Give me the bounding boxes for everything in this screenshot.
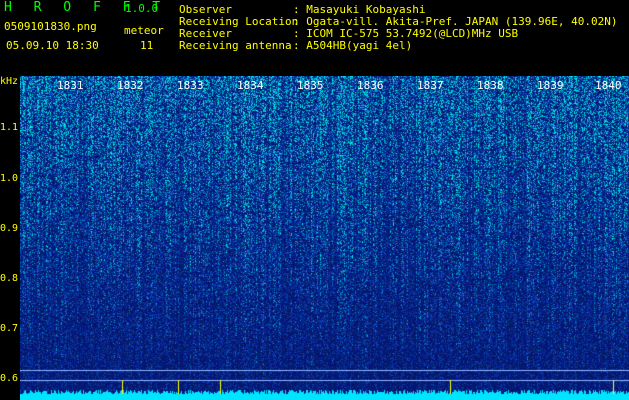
meteor-label: meteor — [124, 24, 164, 37]
file-name: 0509101830.png — [4, 20, 97, 33]
frequency-axis: kHz 1.1 1.0 0.9 0.8 0.7 0.6 — [0, 76, 20, 400]
header-panel: H R O F F T 1.0.0 0509101830.png meteor … — [0, 0, 629, 76]
time-label: 1839 — [537, 79, 564, 92]
axis-tick-label: 1.0 — [0, 173, 19, 184]
meteor-count: 11 — [140, 39, 154, 52]
time-label: 1836 — [357, 79, 384, 92]
time-label: 1837 — [417, 79, 444, 92]
axis-tick-label: 0.9 — [0, 223, 19, 234]
spectrogram-canvas[interactable] — [20, 76, 629, 400]
time-label: 1831 — [57, 79, 84, 92]
time-label: 1840 — [595, 79, 622, 92]
time-label: 1838 — [477, 79, 504, 92]
time-label: 1834 — [237, 79, 264, 92]
axis-tick-label: 0.8 — [0, 273, 19, 284]
antenna-value: : A504HB(yagi 4el) — [293, 39, 413, 52]
time-label: 1832 — [117, 79, 144, 92]
axis-unit-label: kHz — [0, 76, 19, 87]
app-version: 1.0.0 — [125, 2, 159, 15]
file-datetime: 05.09.10 18:30 — [6, 39, 99, 52]
axis-tick-label: 0.7 — [0, 323, 19, 334]
time-label: 1835 — [297, 79, 324, 92]
antenna-label: Receiving antenna — [179, 39, 292, 52]
axis-tick-label: 0.6 — [0, 373, 19, 384]
axis-tick-label: 1.1 — [0, 122, 19, 133]
time-label: 1833 — [177, 79, 204, 92]
